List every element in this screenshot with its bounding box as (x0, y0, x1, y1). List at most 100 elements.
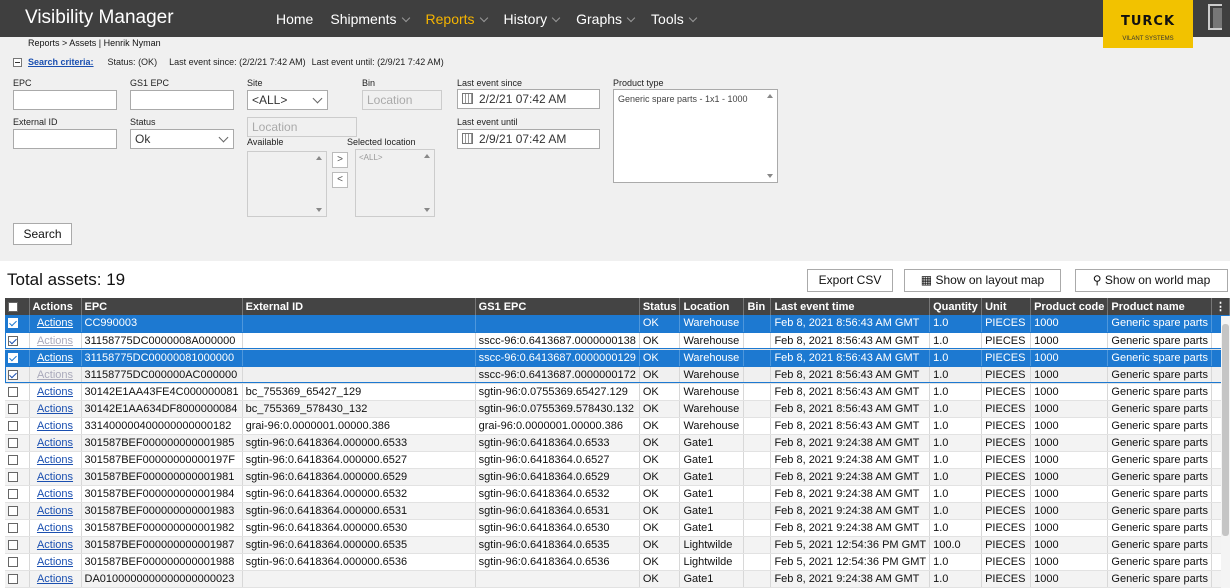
product-type-option[interactable]: Generic spare parts - 1x1 - 1000 (618, 94, 748, 104)
row-actions-link[interactable]: Actions (37, 352, 73, 364)
table-row[interactable]: Actions 301587BEF000000000001982 sgtin-96:… (5, 519, 1230, 537)
column-menu-icon[interactable]: ⋮ (1211, 298, 1230, 315)
column-header-actions[interactable]: Actions (29, 298, 82, 315)
row-checkbox[interactable] (8, 556, 18, 567)
column-header-product-code[interactable]: Product code (1030, 298, 1109, 315)
nav-item-reports[interactable]: Reports (417, 0, 495, 37)
move-right-button[interactable]: > (332, 152, 348, 168)
nav-item-tools[interactable]: Tools (642, 0, 704, 37)
row-actions-link[interactable]: Actions (37, 573, 73, 585)
cell-product-code: 1000 (1030, 417, 1109, 435)
table-row[interactable]: Actions 30142E1AA43FE4C000000081 bc_755369… (5, 383, 1230, 401)
row-actions-link[interactable]: Actions (37, 488, 73, 500)
row-checkbox[interactable] (8, 454, 18, 465)
row-actions-link[interactable]: Actions (37, 454, 73, 466)
product-type-list[interactable]: Generic spare parts - 1x1 - 1000 (613, 89, 778, 183)
table-row[interactable]: Actions 30142E1AA634DF8000000084 bc_755369… (5, 400, 1230, 418)
row-checkbox[interactable] (8, 437, 18, 448)
selected-locations-list[interactable]: <ALL> (355, 149, 435, 217)
nav-item-home[interactable]: Home (267, 0, 321, 37)
select-all-checkbox[interactable] (8, 301, 18, 312)
row-checkbox[interactable] (8, 352, 18, 363)
site-select[interactable]: <ALL> (247, 90, 328, 110)
row-checkbox[interactable] (8, 318, 18, 329)
column-header-gs1-epc[interactable]: GS1 EPC (475, 298, 640, 315)
scroll-down-icon[interactable] (424, 208, 430, 212)
collapse-toggle-icon[interactable] (13, 57, 22, 67)
scroll-up-icon[interactable] (424, 154, 430, 158)
export-csv-button[interactable]: Export CSV (807, 269, 893, 292)
column-header-location[interactable]: Location (679, 298, 745, 315)
scrollbar-thumb[interactable] (1222, 324, 1229, 536)
table-scrollbar[interactable] (1221, 316, 1230, 588)
row-checkbox[interactable] (8, 488, 18, 499)
row-checkbox[interactable] (8, 386, 18, 397)
table-row[interactable]: Actions 331400000400000000000182 grai-96:0… (5, 417, 1230, 435)
column-header-status[interactable]: Status (639, 298, 681, 315)
row-checkbox[interactable] (8, 522, 18, 533)
table-row[interactable]: Actions 301587BEF000000000001987 sgtin-96:… (5, 536, 1230, 554)
column-header-quantity[interactable]: Quantity (929, 298, 983, 315)
external-id-input[interactable] (13, 129, 117, 149)
available-locations-list[interactable] (247, 151, 327, 217)
table-row[interactable]: Actions 301587BEF000000000001985 sgtin-96:… (5, 434, 1230, 452)
row-checkbox[interactable] (8, 335, 18, 346)
logout-icon[interactable] (1208, 4, 1222, 30)
row-actions-link[interactable]: Actions (37, 505, 73, 517)
search-button[interactable]: Search (13, 223, 72, 245)
row-checkbox[interactable] (8, 420, 18, 431)
table-row[interactable]: Actions 301587BEF000000000001981 sgtin-96:… (5, 468, 1230, 486)
cell-product-code: 1000 (1030, 570, 1109, 588)
table-row[interactable]: Actions 31158775DC00000081000000 sscc-96:0… (5, 349, 1230, 367)
table-row[interactable]: Actions 31158775DC000000AC000000 sscc-96:0… (5, 366, 1230, 384)
search-criteria-link[interactable]: Search criteria: (28, 57, 94, 67)
row-actions-link[interactable]: Actions (37, 335, 73, 347)
row-checkbox[interactable] (8, 471, 18, 482)
scroll-up-icon[interactable] (316, 156, 322, 160)
column-header-unit[interactable]: Unit (981, 298, 1032, 315)
row-actions-link[interactable]: Actions (37, 369, 73, 381)
table-row[interactable]: Actions 301587BEF00000000000197F sgtin-96:… (5, 451, 1230, 469)
nav-item-history[interactable]: History (495, 0, 568, 37)
row-actions-link[interactable]: Actions (37, 386, 73, 398)
nav-item-shipments[interactable]: Shipments (321, 0, 416, 37)
row-actions-link[interactable]: Actions (37, 471, 73, 483)
calendar-icon[interactable] (462, 133, 473, 144)
table-row[interactable]: Actions 31158775DC0000008A000000 sscc-96:0… (5, 332, 1230, 350)
nav-item-graphs[interactable]: Graphs (567, 0, 642, 37)
scroll-down-icon[interactable] (767, 174, 773, 178)
row-actions-link[interactable]: Actions (37, 437, 73, 449)
row-checkbox[interactable] (8, 369, 18, 380)
column-header-external-id[interactable]: External ID (242, 298, 476, 315)
column-header-bin[interactable]: Bin (743, 298, 772, 315)
until-date-input[interactable]: 2/9/21 07:42 AM (457, 129, 600, 149)
row-checkbox[interactable] (8, 573, 18, 584)
status-select[interactable]: Ok (130, 129, 234, 149)
table-row[interactable]: Actions 301587BEF000000000001983 sgtin-96:… (5, 502, 1230, 520)
row-actions-link[interactable]: Actions (37, 317, 73, 329)
show-world-map-button[interactable]: ⚲ Show on world map (1075, 269, 1228, 292)
row-actions-link[interactable]: Actions (37, 403, 73, 415)
epc-input[interactable] (13, 90, 117, 110)
scroll-up-icon[interactable] (767, 94, 773, 98)
calendar-icon[interactable] (462, 93, 473, 104)
row-actions-link[interactable]: Actions (37, 522, 73, 534)
gs1-epc-input[interactable] (130, 90, 234, 110)
move-left-button[interactable]: < (332, 172, 348, 188)
row-checkbox[interactable] (8, 505, 18, 516)
show-layout-map-button[interactable]: ▦ Show on layout map (904, 269, 1061, 292)
column-header-epc[interactable]: EPC (81, 298, 243, 315)
table-row[interactable]: Actions 301587BEF000000000001988 sgtin-96:… (5, 553, 1230, 571)
row-actions-link[interactable]: Actions (37, 420, 73, 432)
row-actions-link[interactable]: Actions (37, 539, 73, 551)
table-row[interactable]: Actions CC990003 OK Warehouse Feb 8, 2021 8:… (5, 315, 1230, 333)
scroll-down-icon[interactable] (316, 208, 322, 212)
table-row[interactable]: Actions DA0100000000000000000023 OK Gate1 Fe… (5, 570, 1230, 588)
row-checkbox[interactable] (8, 403, 18, 414)
column-header-product-name[interactable]: Product name (1107, 298, 1212, 315)
table-row[interactable]: Actions 301587BEF000000000001984 sgtin-96:… (5, 485, 1230, 503)
column-header-last-event-time[interactable]: Last event time (770, 298, 931, 315)
since-date-input[interactable]: 2/2/21 07:42 AM (457, 89, 600, 109)
row-actions-link[interactable]: Actions (37, 556, 73, 568)
row-checkbox[interactable] (8, 539, 18, 550)
